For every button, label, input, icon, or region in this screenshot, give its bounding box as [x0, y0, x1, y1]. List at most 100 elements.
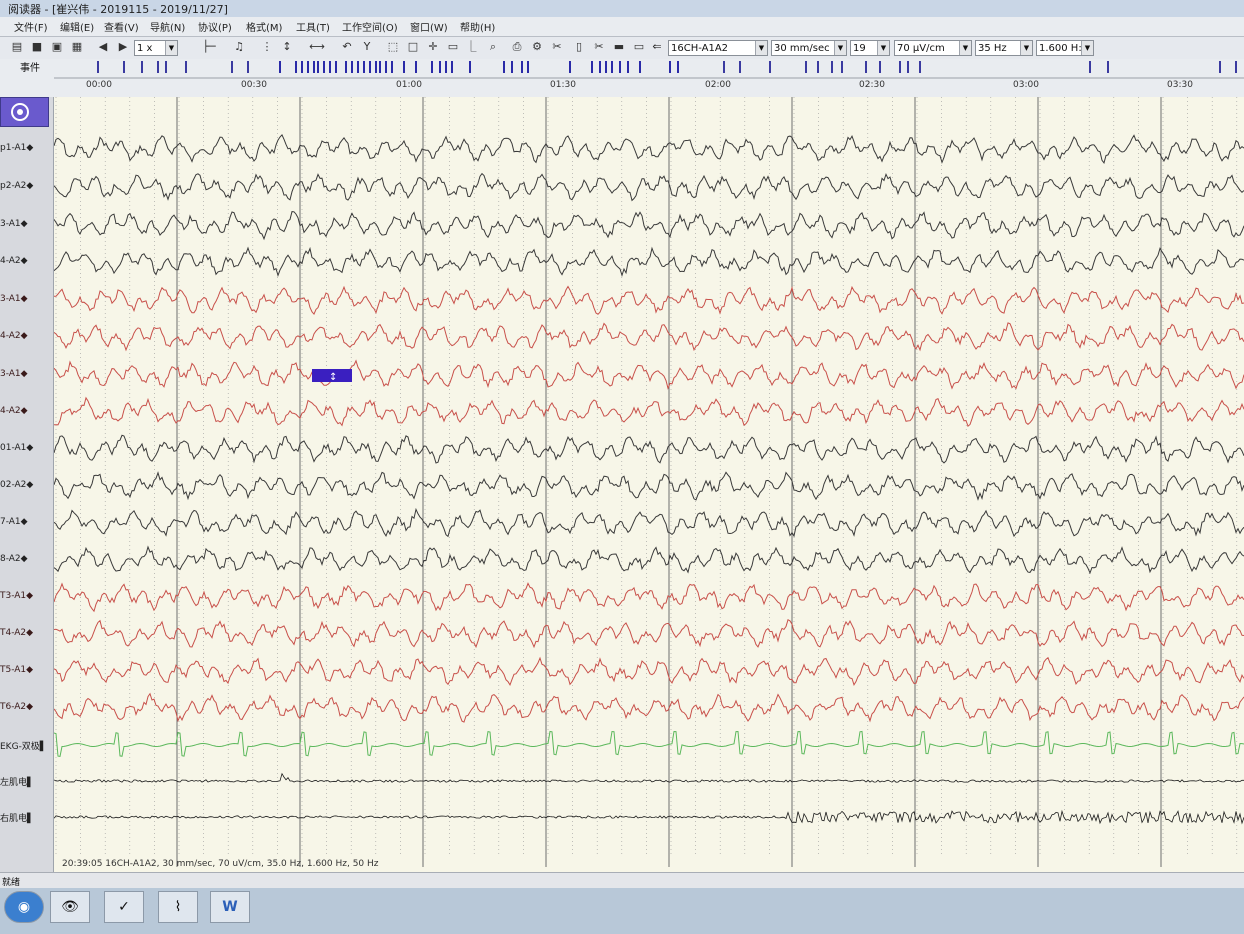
channel-label[interactable]: 3-A1◆ [0, 294, 52, 304]
tools-icon[interactable]: ✂ [550, 40, 564, 54]
low-filter-select[interactable]: 1.600 H: ▼ [1036, 40, 1094, 56]
chevron-down-icon: ▼ [959, 41, 971, 55]
eye-icon[interactable]: 👁 [50, 891, 90, 923]
channel-label[interactable]: 01-A1◆ [0, 443, 52, 453]
time-label-5: 02:30 [859, 80, 885, 90]
music-icon[interactable]: ♫ [232, 40, 246, 54]
channel-label[interactable]: p1-A1◆ [0, 143, 52, 153]
menu-tools[interactable]: 工具(T) [296, 19, 330, 34]
channel-label[interactable]: 4-A2◆ [0, 256, 52, 266]
channels-select[interactable]: 19 ▼ [850, 40, 890, 56]
channel-trace [53, 772, 1244, 783]
time-label-6: 03:00 [1013, 80, 1039, 90]
channel-label[interactable]: 8-A2◆ [0, 554, 52, 564]
channel-label[interactable]: 4-A2◆ [0, 331, 52, 341]
taskbar: ◉ 👁 ✓ ⌇ W [0, 888, 1244, 934]
chevron-down-icon: ▼ [1081, 41, 1093, 55]
toolbar: ▤ ■ ▣ ▦ ◀ ▶ 1 x ▼ ├─ ♫ ⋮ ↕ ⟷ ↶ Y ⬚ □ ✛ ▭… [0, 37, 1244, 60]
menu-navigate[interactable]: 导航(N) [150, 19, 185, 34]
play-back-icon[interactable]: ◀ [96, 40, 110, 54]
channel-trace [54, 285, 1244, 316]
menu-workspace[interactable]: 工作空间(O) [342, 19, 398, 34]
channel-label[interactable]: 3-A1◆ [0, 219, 52, 229]
channel-trace [53, 172, 1244, 202]
paper-speed-value: 30 mm/sec [774, 43, 830, 54]
channel-label[interactable]: 4-A2◆ [0, 406, 52, 416]
channels-value: 19 [853, 43, 866, 54]
menu-view[interactable]: 查看(V) [104, 19, 139, 34]
stop-icon[interactable]: ■ [30, 40, 44, 54]
channel-label[interactable]: 3-A1◆ [0, 369, 52, 379]
menu-file[interactable]: 文件(F) [14, 19, 48, 34]
document-icon[interactable]: ▯ [572, 40, 586, 54]
channel-trace [54, 396, 1244, 428]
status-text: 就绪 [2, 878, 21, 888]
channel-trace [53, 211, 1244, 241]
channel-label[interactable]: T6-A2◆ [0, 702, 52, 712]
channel-label[interactable]: 右肌电▌ [0, 811, 52, 824]
start-orb-icon[interactable]: ◉ [4, 891, 44, 923]
rect-icon[interactable]: ▭ [446, 40, 460, 54]
select-icon[interactable]: ⬚ [386, 40, 400, 54]
channel-label[interactable]: 02-A2◆ [0, 480, 52, 490]
sensitivity-value: 70 µV/cm [897, 43, 945, 54]
gain-icon[interactable]: ↕ [280, 40, 294, 54]
montage-config-button[interactable] [0, 97, 49, 127]
timebase-icon[interactable]: ├─ [196, 40, 222, 54]
undo-icon[interactable]: ↶ [340, 40, 354, 54]
channel-trace [53, 730, 1244, 757]
print-icon[interactable]: ▤ [10, 40, 24, 54]
check-icon[interactable]: ✓ [104, 891, 144, 923]
scissors-icon[interactable]: ✂ [592, 40, 606, 54]
channel-label[interactable]: p2-A2◆ [0, 181, 52, 191]
measure-icon[interactable]: ⟷ [300, 40, 334, 54]
montage-select[interactable]: 16CH-A1A2 ▼ [668, 40, 768, 56]
speed-select[interactable]: 1 x ▼ [134, 40, 178, 56]
channel-label[interactable]: T4-A2◆ [0, 628, 52, 638]
channel-label[interactable]: 左肌电▌ [0, 775, 52, 788]
sensitivity-select[interactable]: 70 µV/cm ▼ [894, 40, 972, 56]
chart-icon[interactable]: ⌇ [158, 891, 198, 923]
folder-icon[interactable]: ▬ [612, 40, 626, 54]
channel-trace [53, 618, 1244, 649]
menu-help[interactable]: 帮助(H) [460, 19, 495, 34]
menu-window[interactable]: 窗口(W) [410, 19, 448, 34]
printer-icon[interactable]: ⎙ [510, 40, 524, 54]
clipboard-icon[interactable]: ▭ [632, 40, 646, 54]
event-timeline[interactable]: 事件 00:00 00:30 01:00 01:30 02:00 02:30 0… [0, 59, 1244, 98]
channel-trace [53, 507, 1244, 538]
menu-bar: 文件(F) 编辑(E) 查看(V) 导航(N) 协议(P) 格式(M) 工具(T… [0, 17, 1244, 37]
high-filter-select[interactable]: 35 Hz ▼ [975, 40, 1033, 56]
recording-info: 20:39:05 16CH-A1A2, 30 mm/sec, 70 uV/cm,… [62, 859, 379, 869]
box-icon[interactable]: □ [406, 40, 420, 54]
menu-format[interactable]: 格式(M) [246, 19, 282, 34]
channel-label[interactable]: T5-A1◆ [0, 665, 52, 675]
chevron-down-icon: ▼ [165, 41, 177, 55]
word-icon[interactable]: W [210, 891, 250, 923]
channel-label[interactable]: 7-A1◆ [0, 517, 52, 527]
save-icon[interactable]: ▣ [50, 40, 64, 54]
vertical-scale-icon[interactable]: ⋮ [260, 40, 274, 54]
menu-protocol[interactable]: 协议(P) [198, 19, 232, 34]
paper-speed-select[interactable]: 30 mm/sec ▼ [771, 40, 847, 56]
channel-label[interactable]: T3-A1◆ [0, 591, 52, 601]
channel-trace [53, 322, 1244, 352]
baseline-icon[interactable]: ⎿ [464, 40, 478, 54]
crosshair-icon[interactable]: ✛ [426, 40, 440, 54]
zoom-icon[interactable]: ⌕ [486, 40, 500, 54]
window-title: 阅读器 - [崔兴伟 - 2019115 - 2019/11/27] [8, 3, 228, 16]
play-forward-icon[interactable]: ▶ [116, 40, 130, 54]
high-filter-value: 35 Hz [978, 43, 1007, 54]
event-marker-label: ↕ [329, 372, 337, 383]
menu-edit[interactable]: 编辑(E) [60, 19, 94, 34]
channel-label[interactable]: EKG-双极▌ [0, 739, 52, 752]
back-arrow-icon[interactable]: ⇐ [650, 40, 664, 54]
title-bar: 阅读器 - [崔兴伟 - 2019115 - 2019/11/27] [0, 0, 1244, 17]
filter-icon[interactable]: Y [360, 40, 374, 54]
eeg-waveform-area[interactable]: ↕ [53, 97, 1244, 872]
settings-icon[interactable]: ⚙ [530, 40, 544, 54]
time-label-0: 00:00 [86, 80, 112, 90]
layout-icon[interactable]: ▦ [70, 40, 84, 54]
channel-trace [53, 692, 1244, 723]
time-label-2: 01:00 [396, 80, 422, 90]
